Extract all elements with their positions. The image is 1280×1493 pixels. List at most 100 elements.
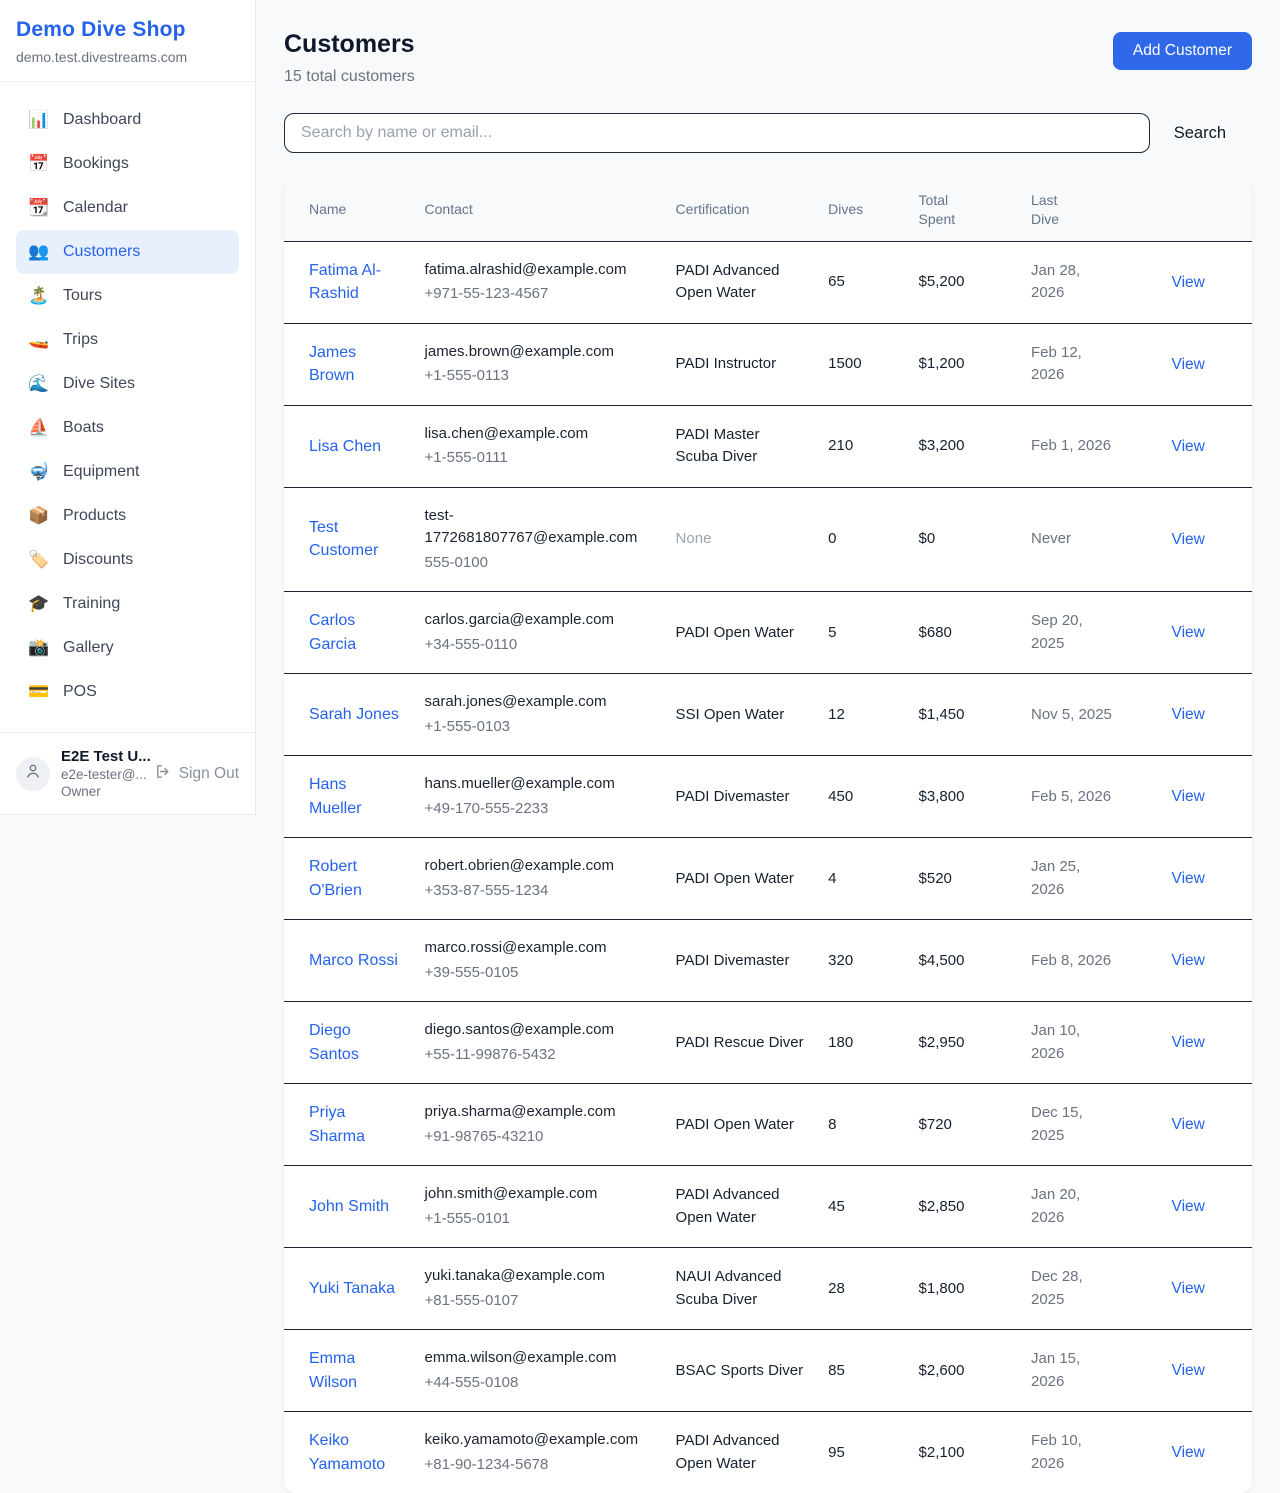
customer-last-dive: Feb 1, 2026 xyxy=(1019,405,1124,487)
customer-dives: 8 xyxy=(816,1084,906,1166)
customer-total-spent: $520 xyxy=(907,838,1019,920)
sidebar-item-label: Trips xyxy=(63,331,98,349)
view-customer-link[interactable]: View xyxy=(1172,1362,1205,1379)
customer-phone: +971-55-123-4567 xyxy=(425,283,652,306)
view-customer-link[interactable]: View xyxy=(1172,274,1205,291)
sidebar-item-discounts[interactable]: 🏷️ Discounts xyxy=(16,538,239,582)
search-input[interactable] xyxy=(284,113,1150,153)
view-customer-link[interactable]: View xyxy=(1172,788,1205,805)
view-customer-link[interactable]: View xyxy=(1172,1198,1205,1215)
customer-certification: NAUI Advanced Scuba Diver xyxy=(664,1248,817,1330)
view-customer-link[interactable]: View xyxy=(1172,1280,1205,1297)
table-row: James Brown james.brown@example.com +1-5… xyxy=(284,323,1252,405)
customer-certification: BSAC Sports Diver xyxy=(664,1330,817,1412)
customer-phone: +44-555-0108 xyxy=(425,1372,652,1395)
customer-dives: 1500 xyxy=(816,323,906,405)
view-customer-link[interactable]: View xyxy=(1172,952,1205,969)
customer-certification: PADI Advanced Open Water xyxy=(664,1166,817,1248)
customer-email: lisa.chen@example.com xyxy=(425,423,652,446)
user-info: E2E Test U... e2e-tester@... Owner xyxy=(61,748,144,799)
customer-name-link[interactable]: Hans Mueller xyxy=(309,773,401,819)
customers-table: NameContactCertificationDivesTotal Spent… xyxy=(284,179,1252,1493)
view-customer-link[interactable]: View xyxy=(1172,706,1205,723)
customer-email: priya.sharma@example.com xyxy=(425,1101,652,1124)
customer-name-link[interactable]: Keiko Yamamoto xyxy=(309,1429,401,1475)
sidebar-item-equipment[interactable]: 🤿 Equipment xyxy=(16,450,239,494)
sidebar-item-label: Tours xyxy=(63,287,102,305)
search-button[interactable]: Search xyxy=(1150,124,1252,143)
customers-table-card: NameContactCertificationDivesTotal Spent… xyxy=(284,179,1252,1493)
customer-name-link[interactable]: Test Customer xyxy=(309,516,401,562)
customer-phone: +34-555-0110 xyxy=(425,634,652,657)
customer-certification: PADI Rescue Diver xyxy=(664,1002,817,1084)
sidebar-item-training[interactable]: 🎓 Training xyxy=(16,582,239,626)
customer-total-spent: $0 xyxy=(907,487,1019,592)
table-row: Emma Wilson emma.wilson@example.com +44-… xyxy=(284,1330,1252,1412)
customer-name-link[interactable]: Fatima Al-Rashid xyxy=(309,259,401,305)
customer-name-link[interactable]: James Brown xyxy=(309,341,401,387)
customer-name-link[interactable]: Yuki Tanaka xyxy=(309,1277,395,1300)
customer-name-link[interactable]: Marco Rossi xyxy=(309,949,398,972)
customer-certification: PADI Open Water xyxy=(664,838,817,920)
customer-total-spent: $3,800 xyxy=(907,756,1019,838)
customer-contact: test-1772681807767@example.com 555-0100 xyxy=(413,487,664,592)
view-customer-link[interactable]: View xyxy=(1172,356,1205,373)
customer-last-dive: Dec 28, 2025 xyxy=(1019,1248,1124,1330)
sidebar-item-products[interactable]: 📦 Products xyxy=(16,494,239,538)
customer-name-link[interactable]: Diego Santos xyxy=(309,1019,401,1065)
sidebar-item-customers[interactable]: 👥 Customers xyxy=(16,230,239,274)
boats-icon: ⛵ xyxy=(28,418,50,438)
customer-contact: priya.sharma@example.com +91-98765-43210 xyxy=(413,1084,664,1166)
sidebar-item-boats[interactable]: ⛵ Boats xyxy=(16,406,239,450)
add-customer-button[interactable]: Add Customer xyxy=(1113,32,1252,70)
sidebar-item-trips[interactable]: 🚤 Trips xyxy=(16,318,239,362)
view-customer-link[interactable]: View xyxy=(1172,438,1205,455)
view-customer-link[interactable]: View xyxy=(1172,1034,1205,1051)
customer-certification: SSI Open Water xyxy=(664,674,817,756)
customer-phone: +1-555-0113 xyxy=(425,365,652,388)
dashboard-icon: 📊 xyxy=(28,110,50,130)
customer-name-link[interactable]: Sarah Jones xyxy=(309,703,399,726)
table-row: Diego Santos diego.santos@example.com +5… xyxy=(284,1002,1252,1084)
shop-name: Demo Dive Shop xyxy=(16,18,239,42)
customer-contact: james.brown@example.com +1-555-0113 xyxy=(413,323,664,405)
customer-name-link[interactable]: Emma Wilson xyxy=(309,1347,401,1393)
customer-name-link[interactable]: John Smith xyxy=(309,1195,389,1218)
customer-total-spent: $3,200 xyxy=(907,405,1019,487)
sidebar-item-dive-sites[interactable]: 🌊 Dive Sites xyxy=(16,362,239,406)
user-role: Owner xyxy=(61,784,144,799)
customer-dives: 28 xyxy=(816,1248,906,1330)
table-row: Lisa Chen lisa.chen@example.com +1-555-0… xyxy=(284,405,1252,487)
view-customer-link[interactable]: View xyxy=(1172,1444,1205,1461)
customer-email: robert.obrien@example.com xyxy=(425,855,652,878)
customer-last-dive: Jan 15, 2026 xyxy=(1019,1330,1124,1412)
customer-last-dive: Jan 20, 2026 xyxy=(1019,1166,1124,1248)
sidebar-item-tours[interactable]: 🏝️ Tours xyxy=(16,274,239,318)
view-customer-link[interactable]: View xyxy=(1172,1116,1205,1133)
sidebar-item-label: Dashboard xyxy=(63,111,141,129)
view-customer-link[interactable]: View xyxy=(1172,531,1205,548)
customer-name-link[interactable]: Lisa Chen xyxy=(309,435,381,458)
table-row: Keiko Yamamoto keiko.yamamoto@example.co… xyxy=(284,1412,1252,1493)
customer-dives: 4 xyxy=(816,838,906,920)
view-customer-link[interactable]: View xyxy=(1172,624,1205,641)
sign-out-button[interactable]: Sign Out xyxy=(155,763,239,785)
customer-last-dive: Jan 28, 2026 xyxy=(1019,241,1124,323)
customer-certification: PADI Instructor xyxy=(664,323,817,405)
sidebar-header: Demo Dive Shop demo.test.divestreams.com xyxy=(0,0,255,82)
view-customer-link[interactable]: View xyxy=(1172,870,1205,887)
customer-name-link[interactable]: Robert O'Brien xyxy=(309,855,401,901)
sidebar-item-bookings[interactable]: 📅 Bookings xyxy=(16,142,239,186)
customer-contact: lisa.chen@example.com +1-555-0111 xyxy=(413,405,664,487)
sidebar-item-dashboard[interactable]: 📊 Dashboard xyxy=(16,98,239,142)
sidebar-item-gallery[interactable]: 📸 Gallery xyxy=(16,626,239,670)
column-header: Contact xyxy=(413,179,664,241)
customer-email: carlos.garcia@example.com xyxy=(425,609,652,632)
customer-dives: 85 xyxy=(816,1330,906,1412)
customer-name-link[interactable]: Priya Sharma xyxy=(309,1101,401,1147)
customer-name-link[interactable]: Carlos Garcia xyxy=(309,609,401,655)
sidebar-item-label: Boats xyxy=(63,419,104,437)
table-row: Priya Sharma priya.sharma@example.com +9… xyxy=(284,1084,1252,1166)
sidebar-item-pos[interactable]: 💳 POS xyxy=(16,670,239,714)
sidebar-item-calendar[interactable]: 📆 Calendar xyxy=(16,186,239,230)
